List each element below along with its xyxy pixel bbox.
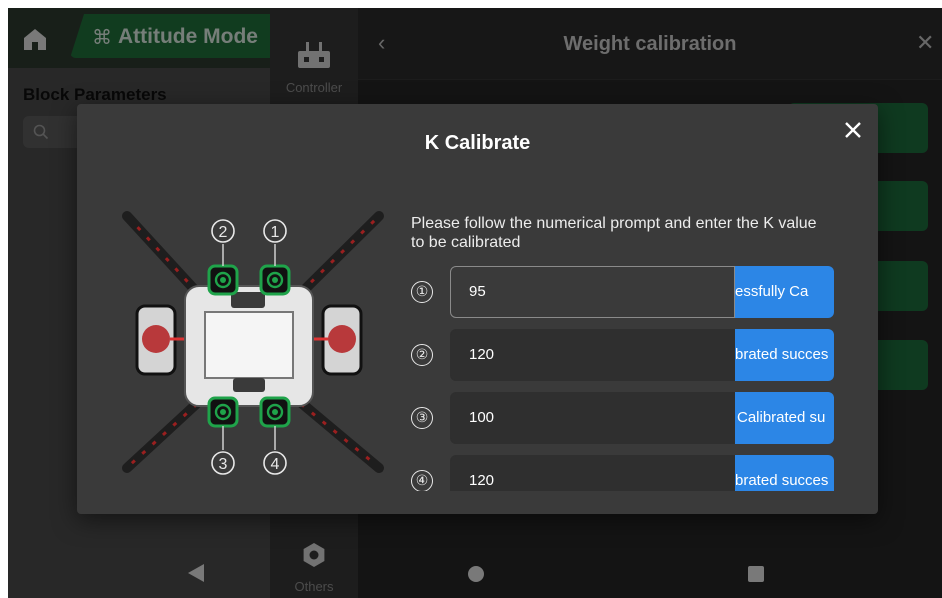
motor-label-3: 3 [219,456,228,473]
drone-diagram: 2 1 3 4 [117,206,387,481]
k-value-list[interactable]: ① 95 essfully Ca ② 120 brated succes ③ 1… [411,266,841,491]
calibrate-button-label: essfully Ca [735,283,809,300]
motor-label-1: 1 [271,224,280,241]
k-row-1: ① 95 essfully Ca [411,266,841,318]
k-row-2: ② 120 brated succes [411,329,841,381]
app-screen: ⌘ Attitude Mode Block Parameters Control… [8,8,942,598]
motor-label-2: 2 [219,224,228,241]
calibrate-button-3[interactable]: Calibrated su [735,392,834,444]
calibrate-button-1[interactable]: essfully Ca [735,266,834,318]
close-icon[interactable] [841,118,865,142]
k-row-3: ③ 100 Calibrated su [411,392,841,444]
k-value-input-1[interactable]: 95 [450,266,735,318]
calibrate-button-2[interactable]: brated succes [735,329,834,381]
motor-label-4: 4 [271,456,280,473]
motor-number-badge: ④ [411,470,433,491]
motor-number-badge: ① [411,281,433,303]
k-calibrate-dialog: K Calibrate 2 1 3 4 Please follow the nu… [77,104,878,514]
k-value-input-3[interactable]: 100 [450,392,735,444]
k-row-4: ④ 120 brated succes [411,455,841,491]
calibrate-button-label: brated succes [735,346,829,363]
calibrate-button-label: Calibrated su [737,409,826,426]
k-value-input-2[interactable]: 120 [450,329,735,381]
calibrate-button-label: brated succes [735,472,829,489]
k-value-input-4[interactable]: 120 [450,455,735,491]
motor-number-badge: ③ [411,407,433,429]
dialog-instruction: Please follow the numerical prompt and e… [411,215,817,251]
dialog-title: K Calibrate [424,132,531,154]
calibrate-button-4[interactable]: brated succes [735,455,834,491]
motor-number-badge: ② [411,344,433,366]
